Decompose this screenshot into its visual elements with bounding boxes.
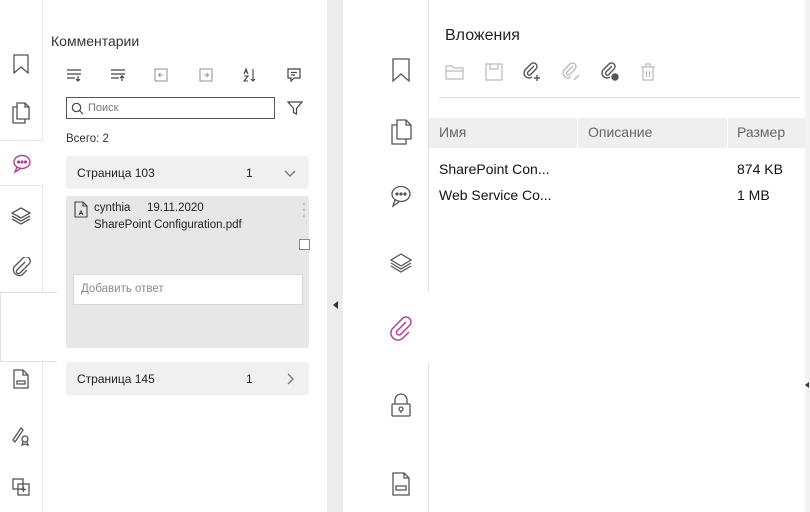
right-splitter[interactable]: [805, 0, 810, 512]
sort-icon[interactable]: [241, 66, 259, 84]
collapse-arrow-icon[interactable]: [805, 382, 809, 388]
comment-author: cynthia: [94, 202, 131, 214]
table-row[interactable]: Web Service Co... 1 MB: [429, 185, 805, 207]
attachment-icon[interactable]: [388, 315, 414, 343]
attachments-panel-title: Вложения: [445, 27, 520, 44]
pages-icon[interactable]: [388, 118, 414, 146]
column-separator: [727, 118, 728, 148]
attachments-panel: Вложения Имя Описание Размер SharePoint …: [429, 0, 805, 512]
previous-icon[interactable]: [152, 66, 170, 84]
page-group-header[interactable]: Страница 103 1: [66, 156, 309, 189]
signature-icon[interactable]: [8, 422, 34, 448]
collapse-all-icon[interactable]: [109, 66, 127, 84]
app-window: Комментарии Всего: 2 Страница 103: [0, 0, 810, 512]
collapse-arrow-icon[interactable]: [333, 301, 338, 309]
form-icon[interactable]: [388, 470, 414, 498]
page-group-count: 1: [246, 165, 253, 180]
toolbar-divider: [439, 97, 799, 98]
column-header-description[interactable]: Описание: [588, 124, 652, 140]
search-icon: [71, 102, 84, 114]
comment-item[interactable]: cynthia 19.11.2020 SharePoint Configurat…: [66, 196, 310, 262]
attachment-name: SharePoint Con...: [439, 161, 550, 177]
column-header-size[interactable]: Размер: [737, 124, 785, 140]
lock-icon[interactable]: [388, 391, 414, 419]
comments-icon[interactable]: [0, 140, 43, 186]
layers-icon[interactable]: [8, 203, 34, 229]
chevron-down-icon[interactable]: [282, 165, 298, 181]
search-field[interactable]: [66, 97, 275, 119]
comments-panel-title: Комментарии: [51, 33, 140, 49]
open-icon[interactable]: [444, 61, 466, 83]
column-header-name[interactable]: Имя: [439, 124, 466, 140]
comment-date: 19.11.2020: [147, 202, 204, 214]
page-group-header[interactable]: Страница 145 1: [66, 362, 309, 395]
edit-attachment-icon[interactable]: [560, 61, 582, 83]
active-tab-highlight: [0, 292, 57, 362]
page-group-label: Страница 145: [77, 371, 155, 386]
attachment-size: 874 KB: [737, 161, 783, 177]
attachment-size: 1 MB: [737, 187, 770, 203]
page-group-count: 1: [246, 371, 253, 386]
table-row[interactable]: SharePoint Con... 874 KB: [429, 159, 805, 181]
page-group-label: Страница 103: [77, 165, 155, 180]
attachments-table-header: Имя Описание Размер: [429, 118, 805, 148]
panel-splitter[interactable]: [327, 0, 343, 512]
layers-icon[interactable]: [388, 249, 414, 277]
more-options-icon[interactable]: [302, 201, 306, 219]
bookmark-icon[interactable]: [8, 51, 34, 77]
comments-icon[interactable]: [388, 182, 414, 210]
total-count: Всего: 2: [66, 133, 109, 145]
right-navigation-rail: [372, 0, 428, 512]
form-icon[interactable]: [8, 366, 34, 392]
save-icon[interactable]: [483, 61, 505, 83]
attachment-icon[interactable]: [8, 255, 34, 281]
left-navigation-rail: [0, 0, 43, 512]
next-icon[interactable]: [197, 66, 215, 84]
comment-file-name: SharePoint Configuration.pdf: [94, 219, 242, 231]
attachment-name: Web Service Co...: [439, 187, 552, 203]
chevron-right-icon[interactable]: [282, 371, 298, 387]
search-input[interactable]: [88, 102, 268, 114]
attachment-link-icon[interactable]: [599, 61, 621, 83]
filter-icon[interactable]: [284, 97, 306, 119]
delete-icon[interactable]: [637, 61, 659, 83]
expand-all-icon[interactable]: [65, 66, 83, 84]
add-attachment-icon[interactable]: [521, 61, 543, 83]
reply-input[interactable]: Добавить ответ: [73, 274, 303, 305]
add-comment-icon[interactable]: [285, 66, 303, 84]
compare-icon[interactable]: [8, 474, 34, 500]
comment-checkbox[interactable]: [299, 239, 310, 250]
comments-panel: Комментарии Всего: 2 Страница 103: [43, 0, 327, 512]
file-comment-icon: [74, 201, 88, 218]
bookmark-icon[interactable]: [388, 56, 414, 84]
reply-area: Добавить ответ: [66, 262, 309, 348]
pages-icon[interactable]: [8, 100, 34, 126]
column-separator: [577, 118, 578, 148]
